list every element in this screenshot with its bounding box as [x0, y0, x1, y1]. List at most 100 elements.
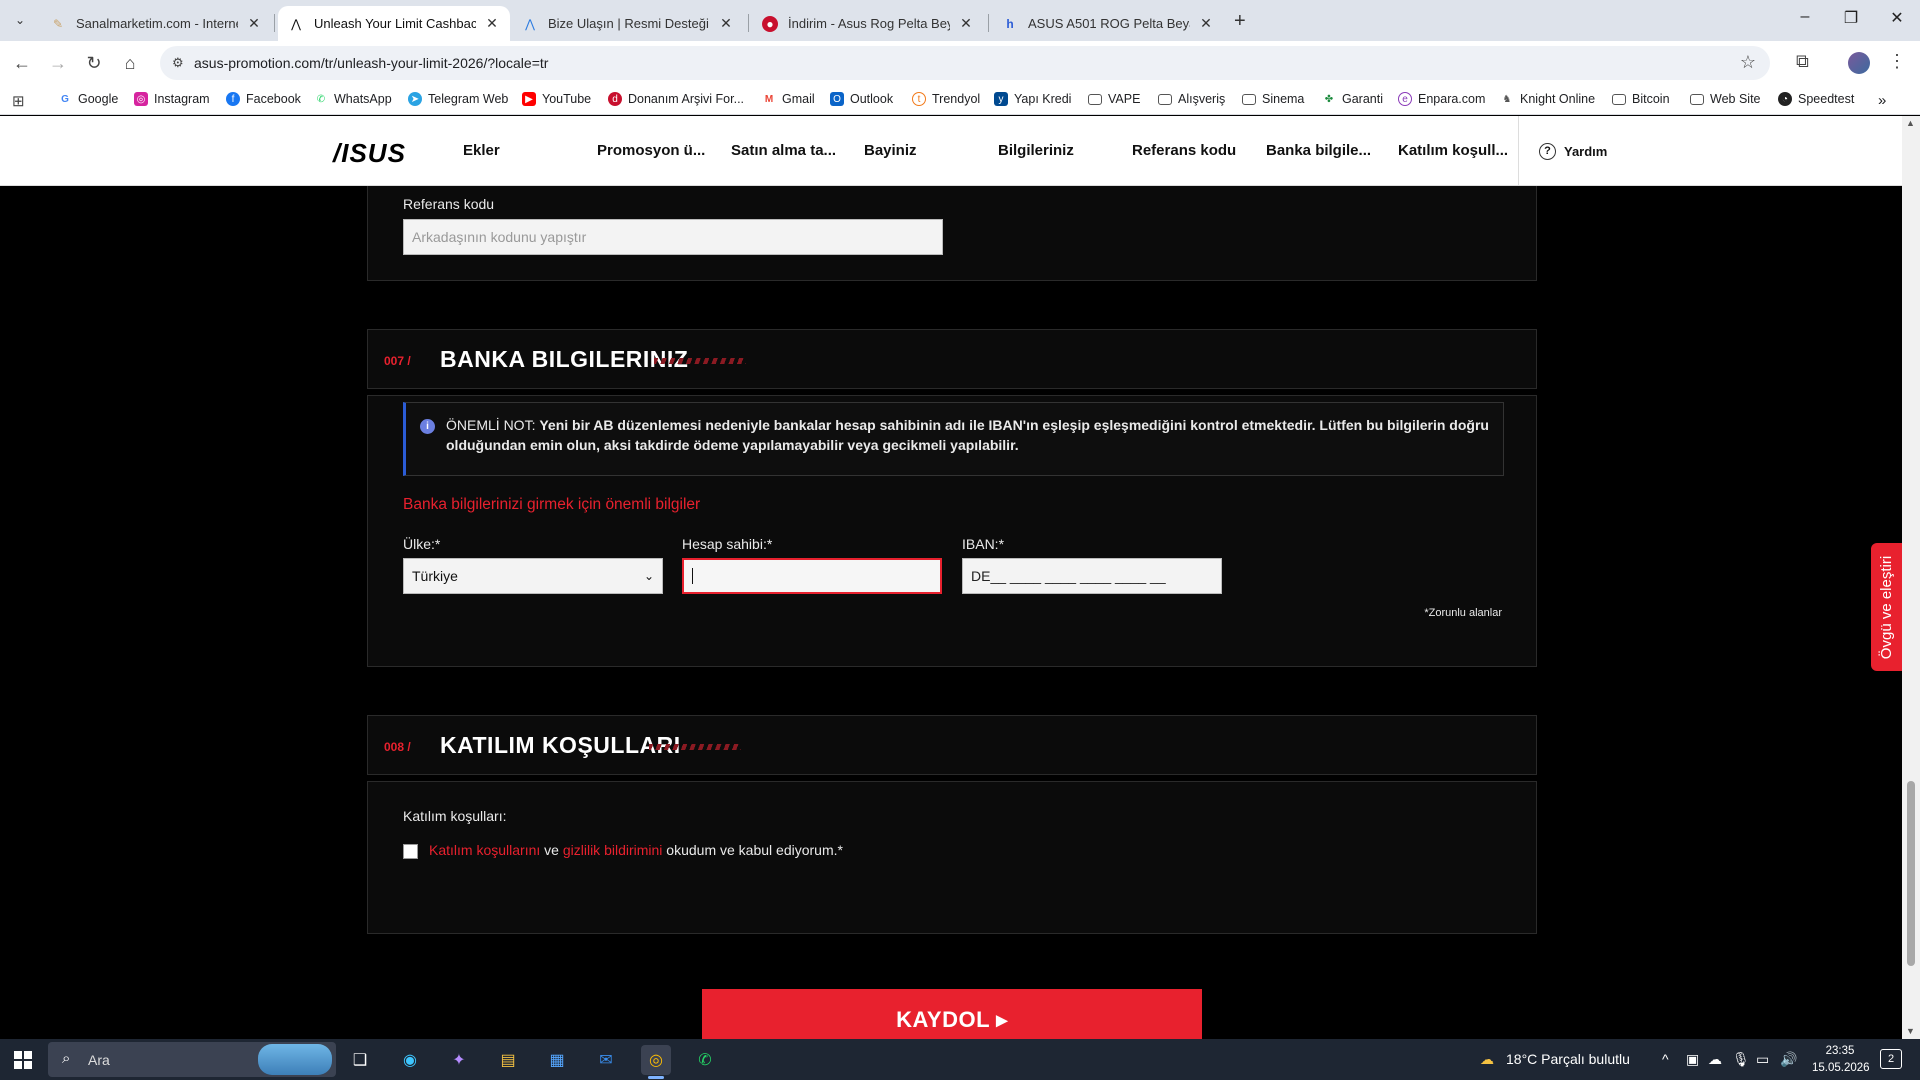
network-icon[interactable]: ▭	[1756, 1051, 1769, 1068]
weather-text[interactable]: 18°C Parçalı bulutlu	[1506, 1051, 1630, 1067]
volume-icon[interactable]: 🔊	[1780, 1051, 1797, 1068]
bookmark-telegram[interactable]: ➤ Telegram Web	[408, 92, 508, 106]
bookmark-gmail[interactable]: M Gmail	[762, 92, 815, 106]
nav-katilim-kosullari[interactable]: Katılım koşull...	[1398, 142, 1508, 159]
onedrive-icon[interactable]: ☁	[1708, 1051, 1722, 1068]
mail-icon[interactable]: ✉	[591, 1045, 621, 1075]
enpara-icon: e	[1398, 92, 1412, 106]
close-tab-icon[interactable]: ✕	[958, 15, 974, 32]
nav-promosyon[interactable]: Promosyon ü...	[597, 142, 705, 159]
bookmark-whatsapp[interactable]: ✆ WhatsApp	[314, 92, 392, 106]
reload-icon[interactable]: ↻	[82, 51, 106, 75]
taskbar-search[interactable]: ⌕ Ara	[48, 1042, 336, 1077]
site-info-icon[interactable]: ⚙	[172, 55, 184, 71]
profile-avatar[interactable]	[1848, 52, 1870, 74]
note-body: Yeni bir AB düzenlemesi nedeniyle bankal…	[446, 417, 1489, 453]
register-button[interactable]: KAYDOL ▸	[702, 989, 1202, 1039]
scroll-up-icon[interactable]: ▲	[1906, 118, 1915, 128]
youtube-icon: ▶	[522, 92, 536, 106]
donanim-arsivi-icon: d	[608, 92, 622, 106]
bookmark-enpara[interactable]: e Enpara.com	[1398, 92, 1485, 106]
apps-grid-icon[interactable]: ⊞	[12, 92, 25, 110]
url-text[interactable]: asus-promotion.com/tr/unleash-your-limit…	[194, 55, 548, 71]
store-icon[interactable]: ▦	[542, 1045, 572, 1075]
whatsapp-taskbar-icon[interactable]: ✆	[690, 1045, 720, 1075]
scroll-down-icon[interactable]: ▼	[1906, 1026, 1915, 1036]
close-window-icon[interactable]: ✕	[1882, 8, 1912, 28]
bookmark-knight-online[interactable]: ♞ Knight Online	[1500, 92, 1596, 106]
browser-menu-icon[interactable]: ⋮	[1888, 51, 1906, 72]
tab-title: Sanalmarketim.com - Internette	[76, 16, 238, 31]
tab-bize-ulasin[interactable]: ⋀ Bize Ulaşın | Resmi Desteği | AS ✕	[512, 6, 744, 41]
privacy-link[interactable]: gizlilik bildirimini	[563, 842, 663, 858]
nav-bilgileriniz[interactable]: Bilgileriniz	[998, 142, 1074, 159]
address-bar[interactable]: ⚙ asus-promotion.com/tr/unleash-your-lim…	[160, 46, 1770, 80]
terms-checkbox[interactable]	[403, 844, 418, 859]
bookmark-donanim-arsivi[interactable]: d Donanım Arşivi For...	[608, 92, 744, 106]
bookmark-trendyol[interactable]: t Trendyol	[912, 92, 980, 106]
nav-banka-bilgileri[interactable]: Banka bilgile...	[1266, 142, 1371, 159]
bookmark-folder-alisveris[interactable]: Alışveriş	[1158, 92, 1225, 106]
referral-code-input[interactable]: Arkadaşının kodunu yapıştır	[403, 219, 943, 255]
task-view-icon[interactable]: ❑	[345, 1045, 375, 1075]
bookmark-facebook[interactable]: f Facebook	[226, 92, 301, 106]
page-scrollbar[interactable]: ▲ ▼	[1902, 116, 1920, 1039]
feedback-tab[interactable]: Övgü ve eleştiri	[1871, 543, 1902, 671]
more-bookmarks-icon[interactable]: »	[1878, 92, 1886, 109]
folder-icon	[1088, 93, 1102, 105]
back-arrow-icon[interactable]: ←	[10, 51, 34, 75]
nav-satin-alma[interactable]: Satın alma ta...	[731, 142, 836, 159]
tab-sanalmarketim[interactable]: ✎ Sanalmarketim.com - Internette ✕	[40, 6, 272, 41]
minimize-icon[interactable]: –	[1790, 8, 1820, 26]
extensions-icon[interactable]: ⧉	[1796, 51, 1809, 72]
nav-bayiniz[interactable]: Bayiniz	[864, 142, 917, 159]
bookmark-youtube[interactable]: ▶ YouTube	[522, 92, 591, 106]
bookmark-label: Speedtest	[1798, 92, 1855, 106]
home-icon[interactable]: ⌂	[118, 51, 142, 75]
bookmark-yapi-kredi[interactable]: y Yapı Kredi	[994, 92, 1071, 106]
new-tab-icon[interactable]: +	[1234, 10, 1246, 33]
tray-app-icon[interactable]: ▣	[1686, 1051, 1699, 1068]
copilot-icon[interactable]: ✦	[444, 1045, 474, 1075]
tab-unleash-your-limit[interactable]: ⋀ Unleash Your Limit Cashback ✕	[278, 6, 510, 41]
chrome-icon[interactable]: ◎	[641, 1045, 671, 1079]
close-tab-icon[interactable]: ✕	[1198, 15, 1214, 32]
country-select[interactable]: Türkiye ⌄	[403, 558, 663, 594]
tray-overflow-icon[interactable]: ^	[1662, 1051, 1669, 1067]
bookmark-google[interactable]: G Google	[58, 92, 118, 106]
nav-ekler[interactable]: Ekler	[463, 142, 500, 159]
bookmark-folder-sinema[interactable]: Sinema	[1242, 92, 1304, 106]
tab-indirim-asus-rog[interactable]: ● İndirim - Asus Rog Pelta Beya ✕	[752, 6, 984, 41]
windows-start-icon[interactable]	[14, 1051, 32, 1069]
help-button[interactable]: ? Yardım	[1518, 116, 1607, 186]
country-value: Türkiye	[412, 568, 458, 584]
microphone-icon[interactable]: 🎙	[1732, 1051, 1750, 1068]
nav-referans-kodu[interactable]: Referans kodu	[1132, 142, 1236, 159]
asus-logo[interactable]: /ISUS	[333, 138, 406, 169]
restore-icon[interactable]: ❐	[1836, 8, 1866, 28]
edge-icon[interactable]: ◉	[395, 1045, 425, 1075]
bookmark-garanti[interactable]: ✤ Garanti	[1322, 92, 1383, 106]
close-tab-icon[interactable]: ✕	[484, 15, 500, 32]
bookmark-label: Web Site	[1710, 92, 1761, 106]
account-holder-input[interactable]	[682, 558, 942, 594]
file-explorer-icon[interactable]: ▤	[493, 1045, 523, 1075]
tab-search-icon[interactable]: ⌄	[10, 10, 30, 30]
close-tab-icon[interactable]: ✕	[718, 15, 734, 32]
bookmark-instagram[interactable]: ◎ Instagram	[134, 92, 210, 106]
bookmark-folder-bitcoin[interactable]: Bitcoin	[1612, 92, 1670, 106]
iban-input[interactable]: DE__ ____ ____ ____ ____ __	[962, 558, 1222, 594]
bookmark-speedtest[interactable]: ◔ Speedtest	[1778, 92, 1854, 106]
bookmark-folder-vape[interactable]: VAPE	[1088, 92, 1140, 106]
terms-link[interactable]: Katılım koşullarını	[429, 842, 540, 858]
notification-center-icon[interactable]: 2	[1880, 1049, 1902, 1069]
bookmark-folder-web-site[interactable]: Web Site	[1690, 92, 1761, 106]
bookmark-star-icon[interactable]: ☆	[1740, 52, 1756, 73]
system-clock[interactable]: 23:35 15.05.2026	[1812, 1043, 1870, 1077]
scroll-thumb[interactable]	[1907, 781, 1915, 966]
bookmark-outlook[interactable]: O Outlook	[830, 92, 893, 106]
forward-arrow-icon[interactable]: →	[46, 51, 70, 75]
close-tab-icon[interactable]: ✕	[246, 15, 262, 32]
tab-asus-a501[interactable]: h ASUS A501 ROG Pelta Beyaz Ka ✕	[992, 6, 1224, 41]
weather-icon[interactable]: ☁	[1480, 1051, 1494, 1068]
